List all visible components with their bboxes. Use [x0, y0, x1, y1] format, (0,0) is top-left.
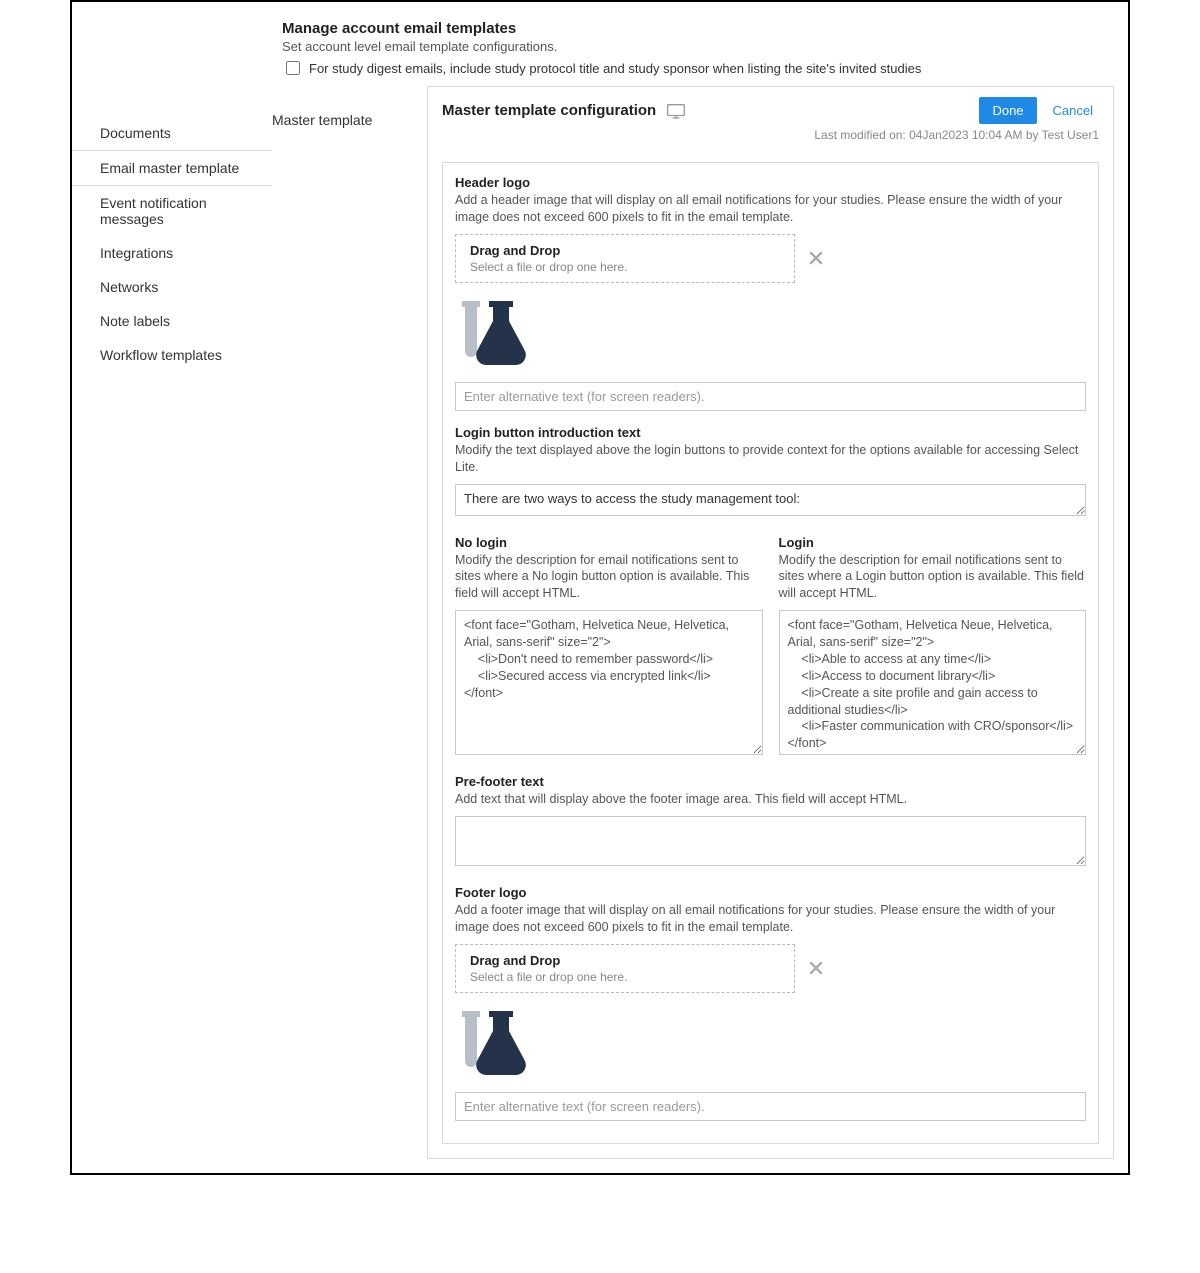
footer-logo-desc: Add a footer image that will display on … — [455, 902, 1086, 936]
login-intro-desc: Modify the text displayed above the logi… — [455, 442, 1086, 476]
sidebar-item-integrations[interactable]: Integrations — [72, 236, 272, 270]
cancel-button[interactable]: Cancel — [1047, 98, 1099, 123]
master-template-label: Master template — [272, 108, 427, 132]
desktop-icon — [666, 103, 686, 119]
footer-logo-dropzone[interactable]: Drag and Drop Select a file or drop one … — [455, 944, 795, 993]
digest-checkbox-label: For study digest emails, include study p… — [309, 61, 921, 76]
sidebar-item-event-notification-messages[interactable]: Event notification messages — [72, 186, 272, 236]
page-subtitle: Set account level email template configu… — [282, 39, 1108, 54]
sidebar-item-workflow-templates[interactable]: Workflow templates — [72, 338, 272, 372]
prefooter-title: Pre-footer text — [455, 774, 1086, 789]
login-textarea[interactable] — [779, 610, 1087, 755]
prefooter-textarea[interactable] — [455, 816, 1086, 866]
footer-logo-title: Footer logo — [455, 885, 1086, 900]
sidebar-item-email-master-template[interactable]: Email master template — [72, 150, 272, 186]
no-login-textarea[interactable] — [455, 610, 763, 755]
done-button[interactable]: Done — [979, 97, 1036, 124]
header-logo-desc: Add a header image that will display on … — [455, 192, 1086, 226]
sidebar-item-networks[interactable]: Networks — [72, 270, 272, 304]
footer-logo-alt-input[interactable] — [455, 1092, 1086, 1121]
login-intro-title: Login button introduction text — [455, 425, 1086, 440]
header-logo-remove-button[interactable] — [807, 249, 825, 267]
main-title: Master template configuration — [442, 102, 656, 119]
header-logo-alt-input[interactable] — [455, 382, 1086, 411]
no-login-title: No login — [455, 535, 763, 550]
digest-checkbox-row[interactable]: For study digest emails, include study p… — [282, 58, 1108, 78]
footer-logo-remove-button[interactable] — [807, 959, 825, 977]
page-title: Manage account email templates — [282, 20, 1108, 37]
header-logo-drop-title: Drag and Drop — [470, 243, 780, 258]
no-login-desc: Modify the description for email notific… — [455, 552, 763, 603]
header-logo-title: Header logo — [455, 175, 1086, 190]
login-desc: Modify the description for email notific… — [779, 552, 1087, 603]
header-logo-preview — [455, 295, 1086, 370]
prefooter-desc: Add text that will display above the foo… — [455, 791, 1086, 808]
header-logo-drop-sub: Select a file or drop one here. — [470, 260, 780, 274]
digest-checkbox[interactable] — [286, 61, 300, 75]
login-title: Login — [779, 535, 1087, 550]
header-logo-dropzone[interactable]: Drag and Drop Select a file or drop one … — [455, 234, 795, 283]
sidebar-item-documents[interactable]: Documents — [72, 116, 272, 150]
sidebar-item-note-labels[interactable]: Note labels — [72, 304, 272, 338]
login-intro-textarea[interactable] — [455, 484, 1086, 516]
footer-logo-preview — [455, 1005, 1086, 1080]
footer-logo-drop-sub: Select a file or drop one here. — [470, 970, 780, 984]
footer-logo-drop-title: Drag and Drop — [470, 953, 780, 968]
sidebar: Documents Email master template Event no… — [72, 86, 272, 372]
last-modified-text: Last modified on: 04Jan2023 10:04 AM by … — [428, 128, 1113, 152]
